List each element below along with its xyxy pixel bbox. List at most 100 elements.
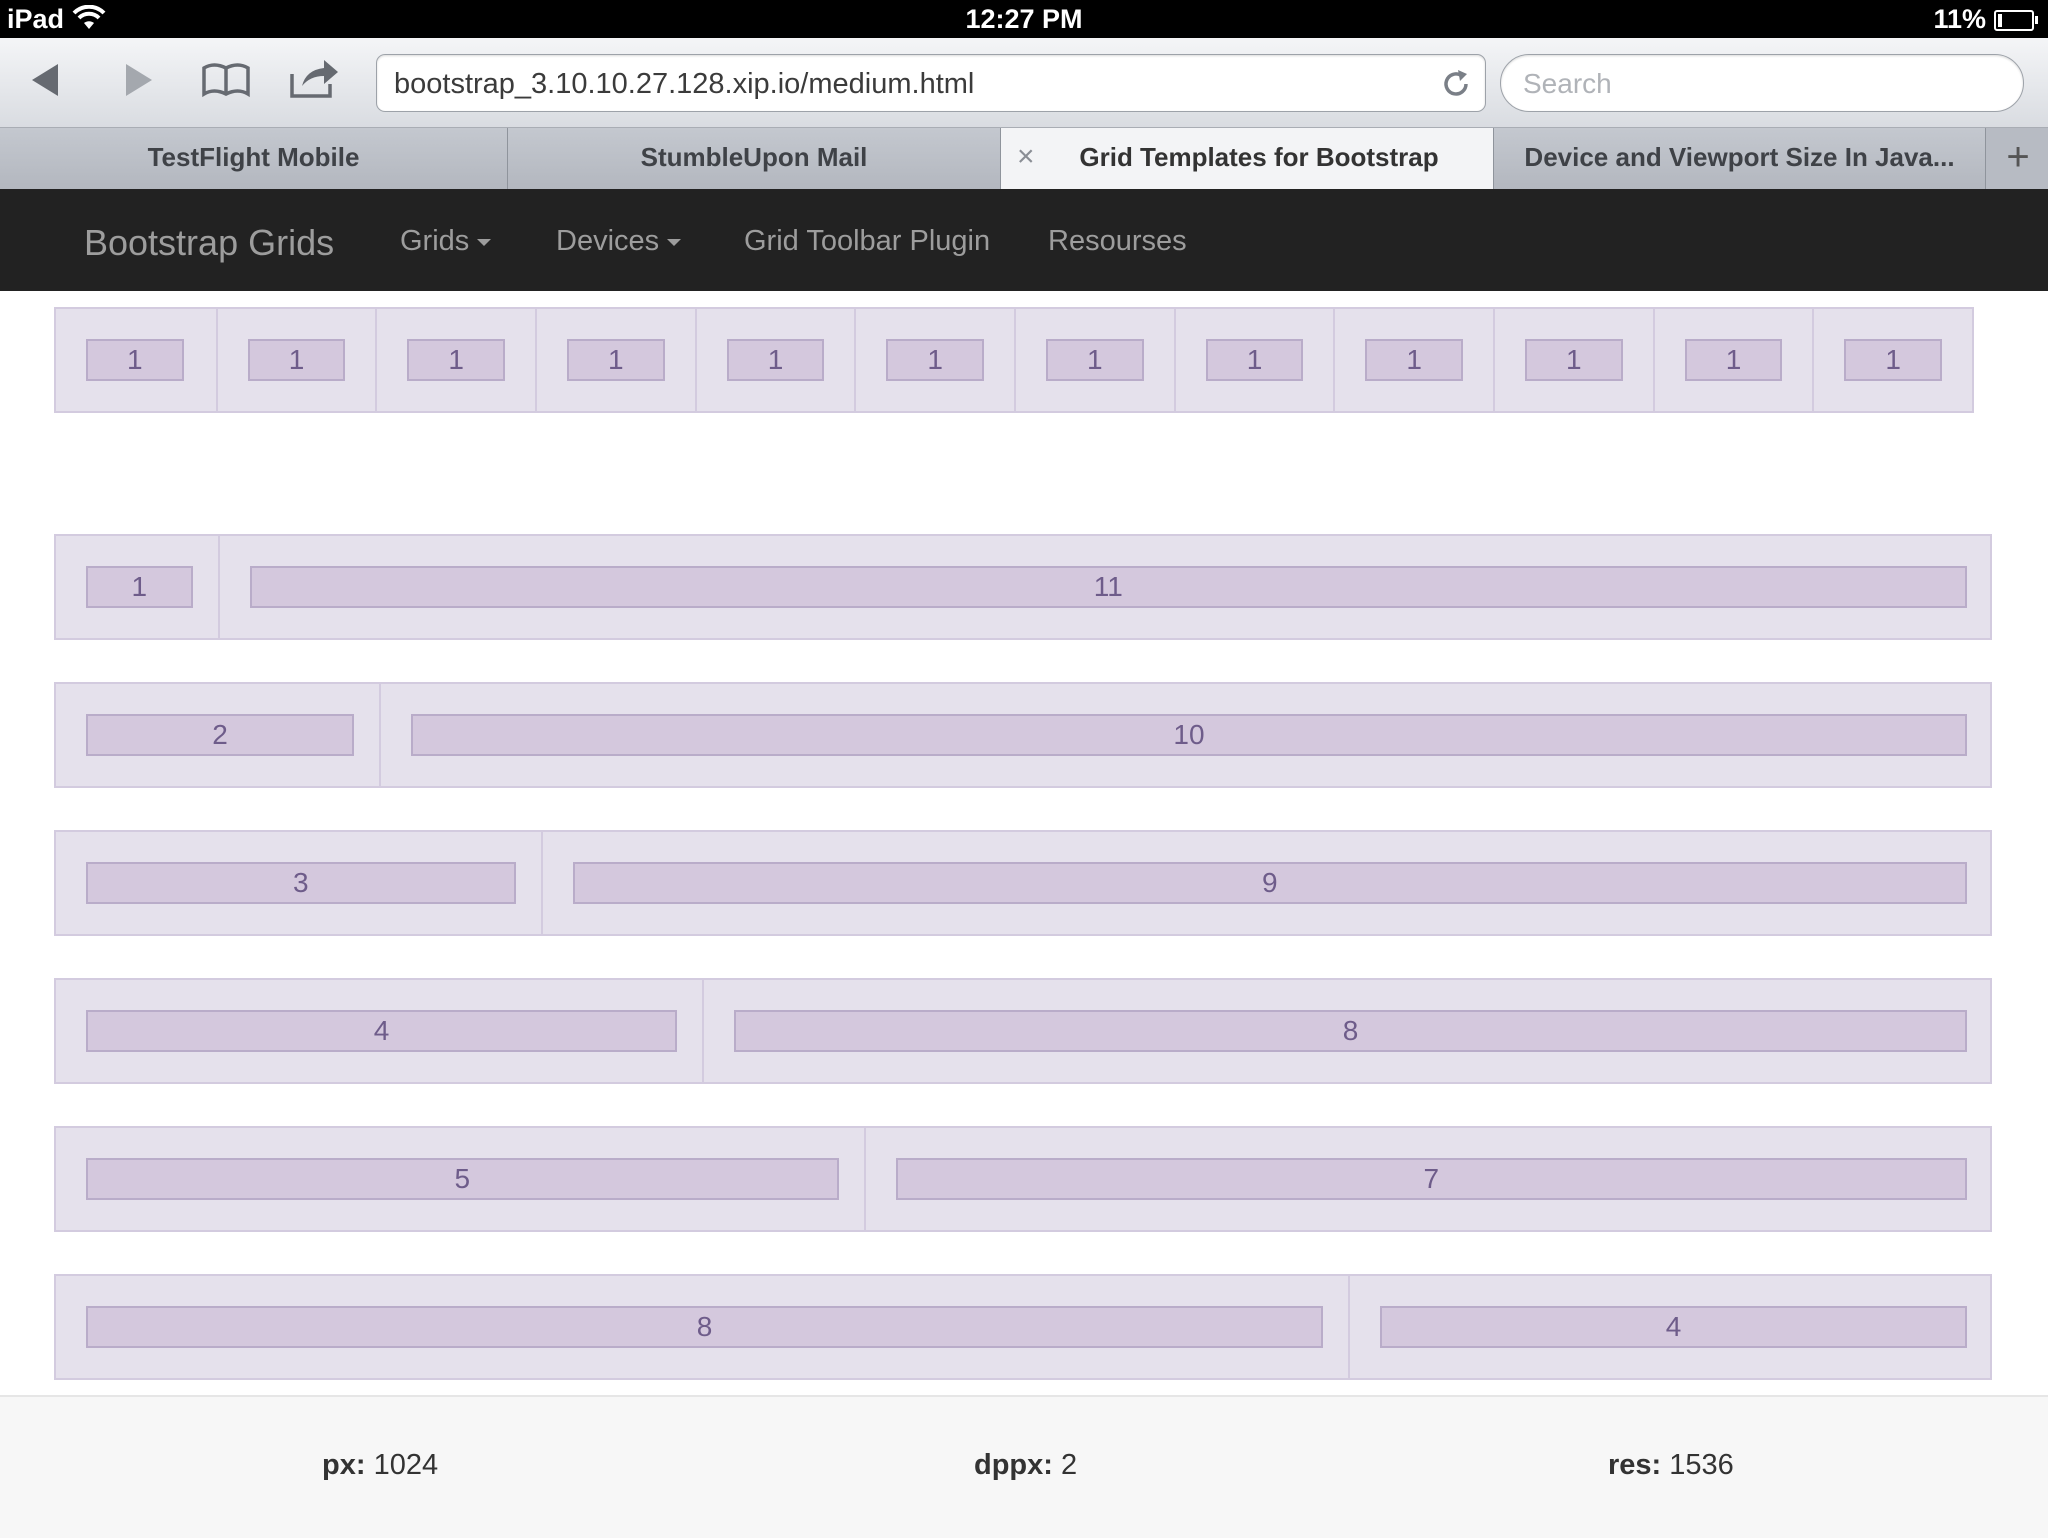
grid-cell: 1	[1046, 339, 1144, 381]
clock: 12:27 PM	[965, 4, 1083, 34]
tab-label: StumbleUpon Mail	[640, 142, 868, 172]
grid-row: 57	[54, 1126, 1992, 1232]
bookmarks-book-icon	[202, 63, 250, 98]
search-input[interactable]	[1521, 65, 2005, 103]
nav-item-grid-toolbar-plugin[interactable]: Grid Toolbar Plugin	[744, 225, 990, 258]
bookmarks-button[interactable]	[200, 54, 256, 106]
grid-cell: 8	[86, 1306, 1323, 1348]
battery-percent: 11%	[1933, 4, 1986, 34]
grid-cell: 4	[1380, 1306, 1967, 1348]
grid-cell: 2	[86, 714, 354, 756]
grid-cell: 1	[886, 339, 984, 381]
res-stat: res: 1536	[1608, 1449, 1734, 1482]
tab-label: Grid Templates for Bootstrap	[1079, 142, 1439, 172]
grid-row: 2 10	[54, 682, 1992, 788]
grid-cell: 5	[86, 1158, 839, 1200]
grid-column: 8	[56, 1276, 1348, 1378]
grid-cell: 1	[1844, 339, 1942, 381]
tab-label: Device and Viewport Size In Java...	[1524, 142, 1955, 172]
tab-label: TestFlight Mobile	[147, 142, 360, 172]
nav-item-grids[interactable]: Grids	[400, 225, 492, 258]
caret-down-icon	[667, 238, 682, 246]
grid-cell: 7	[895, 1158, 1967, 1200]
tab-grid-templates[interactable]: × Grid Templates for Bootstrap	[1001, 128, 1494, 189]
tab-bar: TestFlight Mobile StumbleUpon Mail × Gri…	[0, 128, 2048, 189]
grid-row: 1 1 1 1 1 1 1 1 1 1 1 1	[54, 307, 1974, 413]
grid-column: 1	[375, 309, 535, 411]
grid-cell: 1	[1525, 339, 1623, 381]
res-label: res:	[1608, 1449, 1662, 1481]
grid-column: 1	[1173, 309, 1334, 411]
grid-column: 5	[56, 1128, 864, 1230]
px-stat: px: 1024	[322, 1449, 438, 1482]
nav-item-label: Resourses	[1048, 225, 1187, 257]
nav-item-label: Grid Toolbar Plugin	[744, 225, 991, 257]
grid-row: 1 11	[54, 534, 1992, 640]
dppx-stat: dppx: 2	[974, 1449, 1077, 1482]
back-button[interactable]	[26, 54, 82, 106]
nav-item-label: Grids	[400, 225, 470, 257]
viewport-info-footer: px: 1024 dppx: 2 res: 1536	[0, 1395, 2048, 1538]
grid-column: 1	[1652, 309, 1813, 411]
grid-cell: 1	[567, 339, 665, 381]
grid-column: 4	[1348, 1276, 1990, 1378]
px-value: 1024	[373, 1449, 439, 1481]
grid-column: 7	[863, 1128, 1991, 1230]
grid-cell: 10	[411, 714, 1967, 756]
grid-cell: 1	[1205, 339, 1304, 381]
caret-down-icon	[477, 238, 492, 246]
grid-column: 1	[56, 309, 216, 411]
grid-row: 39	[54, 830, 1992, 936]
grid-column: 8	[702, 980, 1990, 1082]
grid-column: 1	[535, 309, 695, 411]
tab-device-viewport[interactable]: Device and Viewport Size In Java...	[1494, 128, 1986, 189]
search-field[interactable]	[1500, 54, 2024, 112]
grid-cell: 1	[1684, 339, 1783, 381]
px-label: px:	[322, 1449, 366, 1481]
reload-icon[interactable]	[1439, 67, 1473, 101]
grid-row: 48	[54, 978, 1992, 1084]
grid-column: 4	[56, 980, 702, 1082]
grid-column: 1	[1812, 309, 1972, 411]
share-button[interactable]	[286, 54, 342, 106]
forward-arrow-icon	[126, 64, 152, 96]
grid-cell: 4	[86, 1010, 677, 1052]
grid-column: 1	[854, 309, 1014, 411]
grid-column: 3	[56, 832, 541, 934]
res-value: 1536	[1669, 1449, 1734, 1481]
grid-row: 84	[54, 1274, 1992, 1380]
grid-column: 11	[217, 536, 1991, 638]
site-navbar: Bootstrap Grids Grids Devices Grid Toolb…	[0, 189, 2048, 291]
share-icon	[290, 60, 338, 98]
new-tab-plus-icon[interactable]: +	[1988, 128, 2048, 189]
dppx-value: 2	[1061, 1449, 1078, 1481]
forward-button[interactable]	[118, 54, 174, 106]
grid-cell: 1	[1365, 339, 1463, 381]
url-text: bootstrap_3.10.10.27.128.xip.io/medium.h…	[394, 68, 975, 100]
grid-cell: 1	[726, 339, 825, 381]
grid-cell: 1	[86, 566, 193, 608]
grid-cell: 1	[247, 339, 346, 381]
nav-item-resourses[interactable]: Resourses	[1048, 225, 1187, 258]
grid-column: 9	[540, 832, 1991, 934]
address-bar[interactable]: bootstrap_3.10.10.27.128.xip.io/medium.h…	[376, 54, 1486, 112]
back-arrow-icon	[32, 64, 58, 96]
tab-testflight-mobile[interactable]: TestFlight Mobile	[0, 128, 508, 189]
grid-cell: 1	[407, 339, 505, 381]
status-bar: iPad 12:27 PM 11%	[0, 0, 2048, 38]
grid-cell: 11	[249, 566, 1967, 608]
grid-column: 1	[56, 536, 218, 638]
grid-cell: 9	[572, 862, 1967, 904]
tab-close-icon[interactable]: ×	[1017, 128, 1035, 186]
navbar-brand[interactable]: Bootstrap Grids	[84, 222, 334, 264]
tab-stumbleupon-mail[interactable]: StumbleUpon Mail	[508, 128, 1001, 189]
grid-column: 10	[379, 684, 1990, 786]
grid-column: 1	[1014, 309, 1174, 411]
nav-item-devices[interactable]: Devices	[556, 225, 682, 258]
grid-column: 1	[694, 309, 855, 411]
browser-toolbar: bootstrap_3.10.10.27.128.xip.io/medium.h…	[0, 38, 2048, 128]
grid-cell: 8	[734, 1010, 1967, 1052]
grid-column: 1	[215, 309, 376, 411]
grid-column: 1	[1493, 309, 1653, 411]
grid-column: 1	[1333, 309, 1493, 411]
